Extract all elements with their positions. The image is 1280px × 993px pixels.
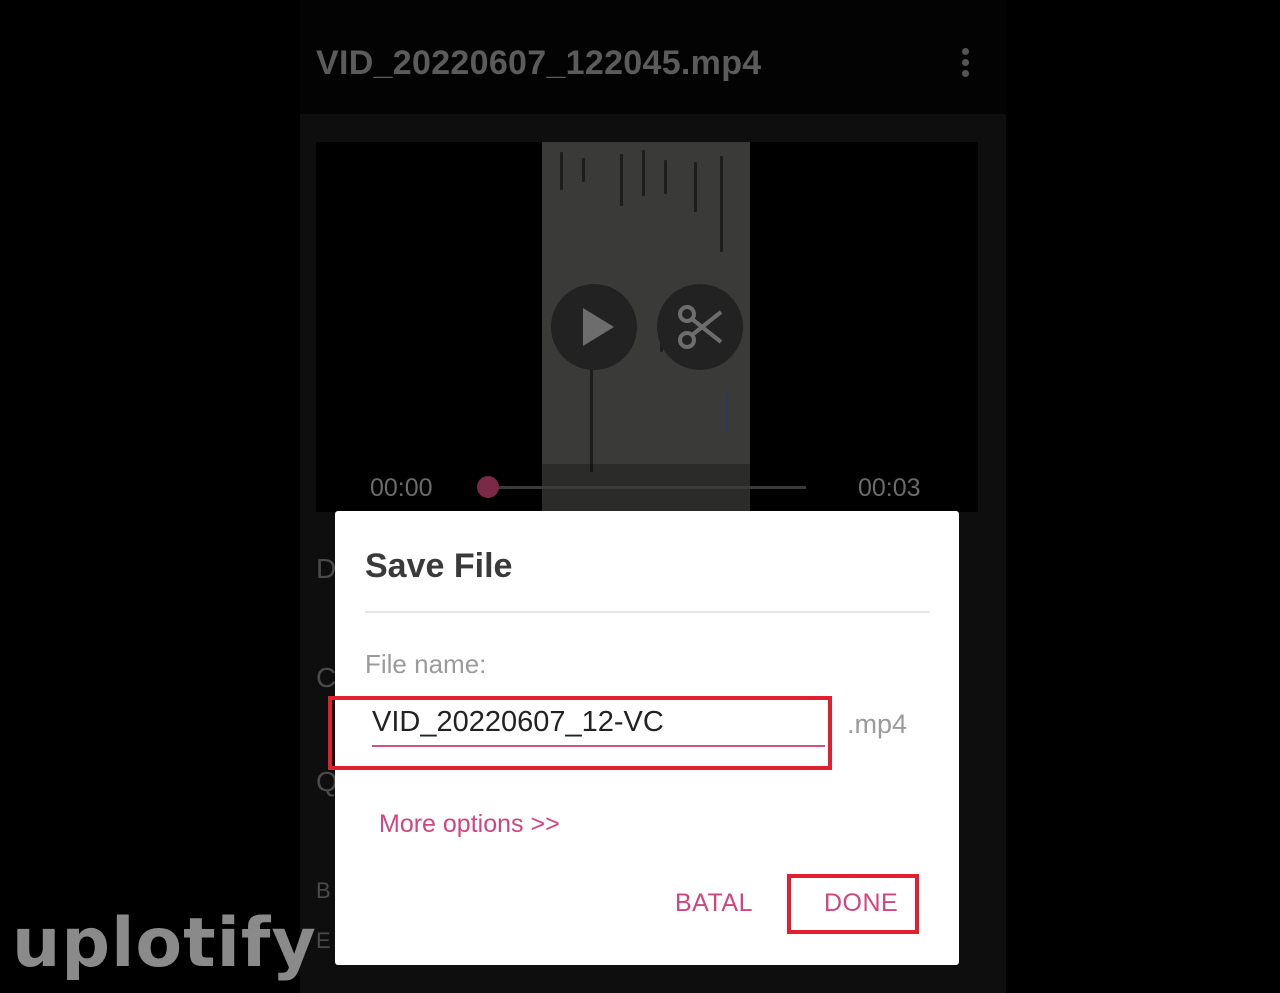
screenshot-stage: VID_20220607_122045.mp4 00:00 00:03 D C …	[0, 0, 1280, 993]
file-name-label: File name:	[365, 649, 487, 679]
more-vertical-icon[interactable]	[956, 46, 976, 80]
done-highlight-box	[787, 874, 919, 934]
play-button[interactable]	[551, 284, 637, 370]
background-row-label: B	[316, 878, 331, 903]
file-name-highlight-box	[328, 696, 832, 770]
seek-bar[interactable]	[488, 486, 806, 489]
watermark-logo: uplotify	[12, 904, 317, 983]
total-duration: 00:03	[858, 474, 921, 502]
more-options-link[interactable]: More options >>	[379, 810, 560, 839]
background-row-label: E	[316, 928, 331, 953]
cut-button[interactable]	[657, 284, 743, 370]
save-file-dialog: Save File File name: .mp4 More options >…	[328, 511, 959, 965]
current-time: 00:00	[370, 474, 433, 502]
scissors-icon	[678, 305, 723, 349]
file-extension-label: .mp4	[847, 709, 908, 739]
background-row-label: C	[316, 662, 337, 693]
dialog-divider	[365, 611, 930, 613]
seek-thumb[interactable]	[477, 476, 499, 498]
play-icon	[583, 308, 614, 346]
dialog-title: Save File	[365, 547, 513, 585]
video-file-title: VID_20220607_122045.mp4	[316, 44, 762, 82]
cancel-button[interactable]: BATAL	[675, 889, 753, 918]
background-row-label: D	[316, 553, 337, 584]
